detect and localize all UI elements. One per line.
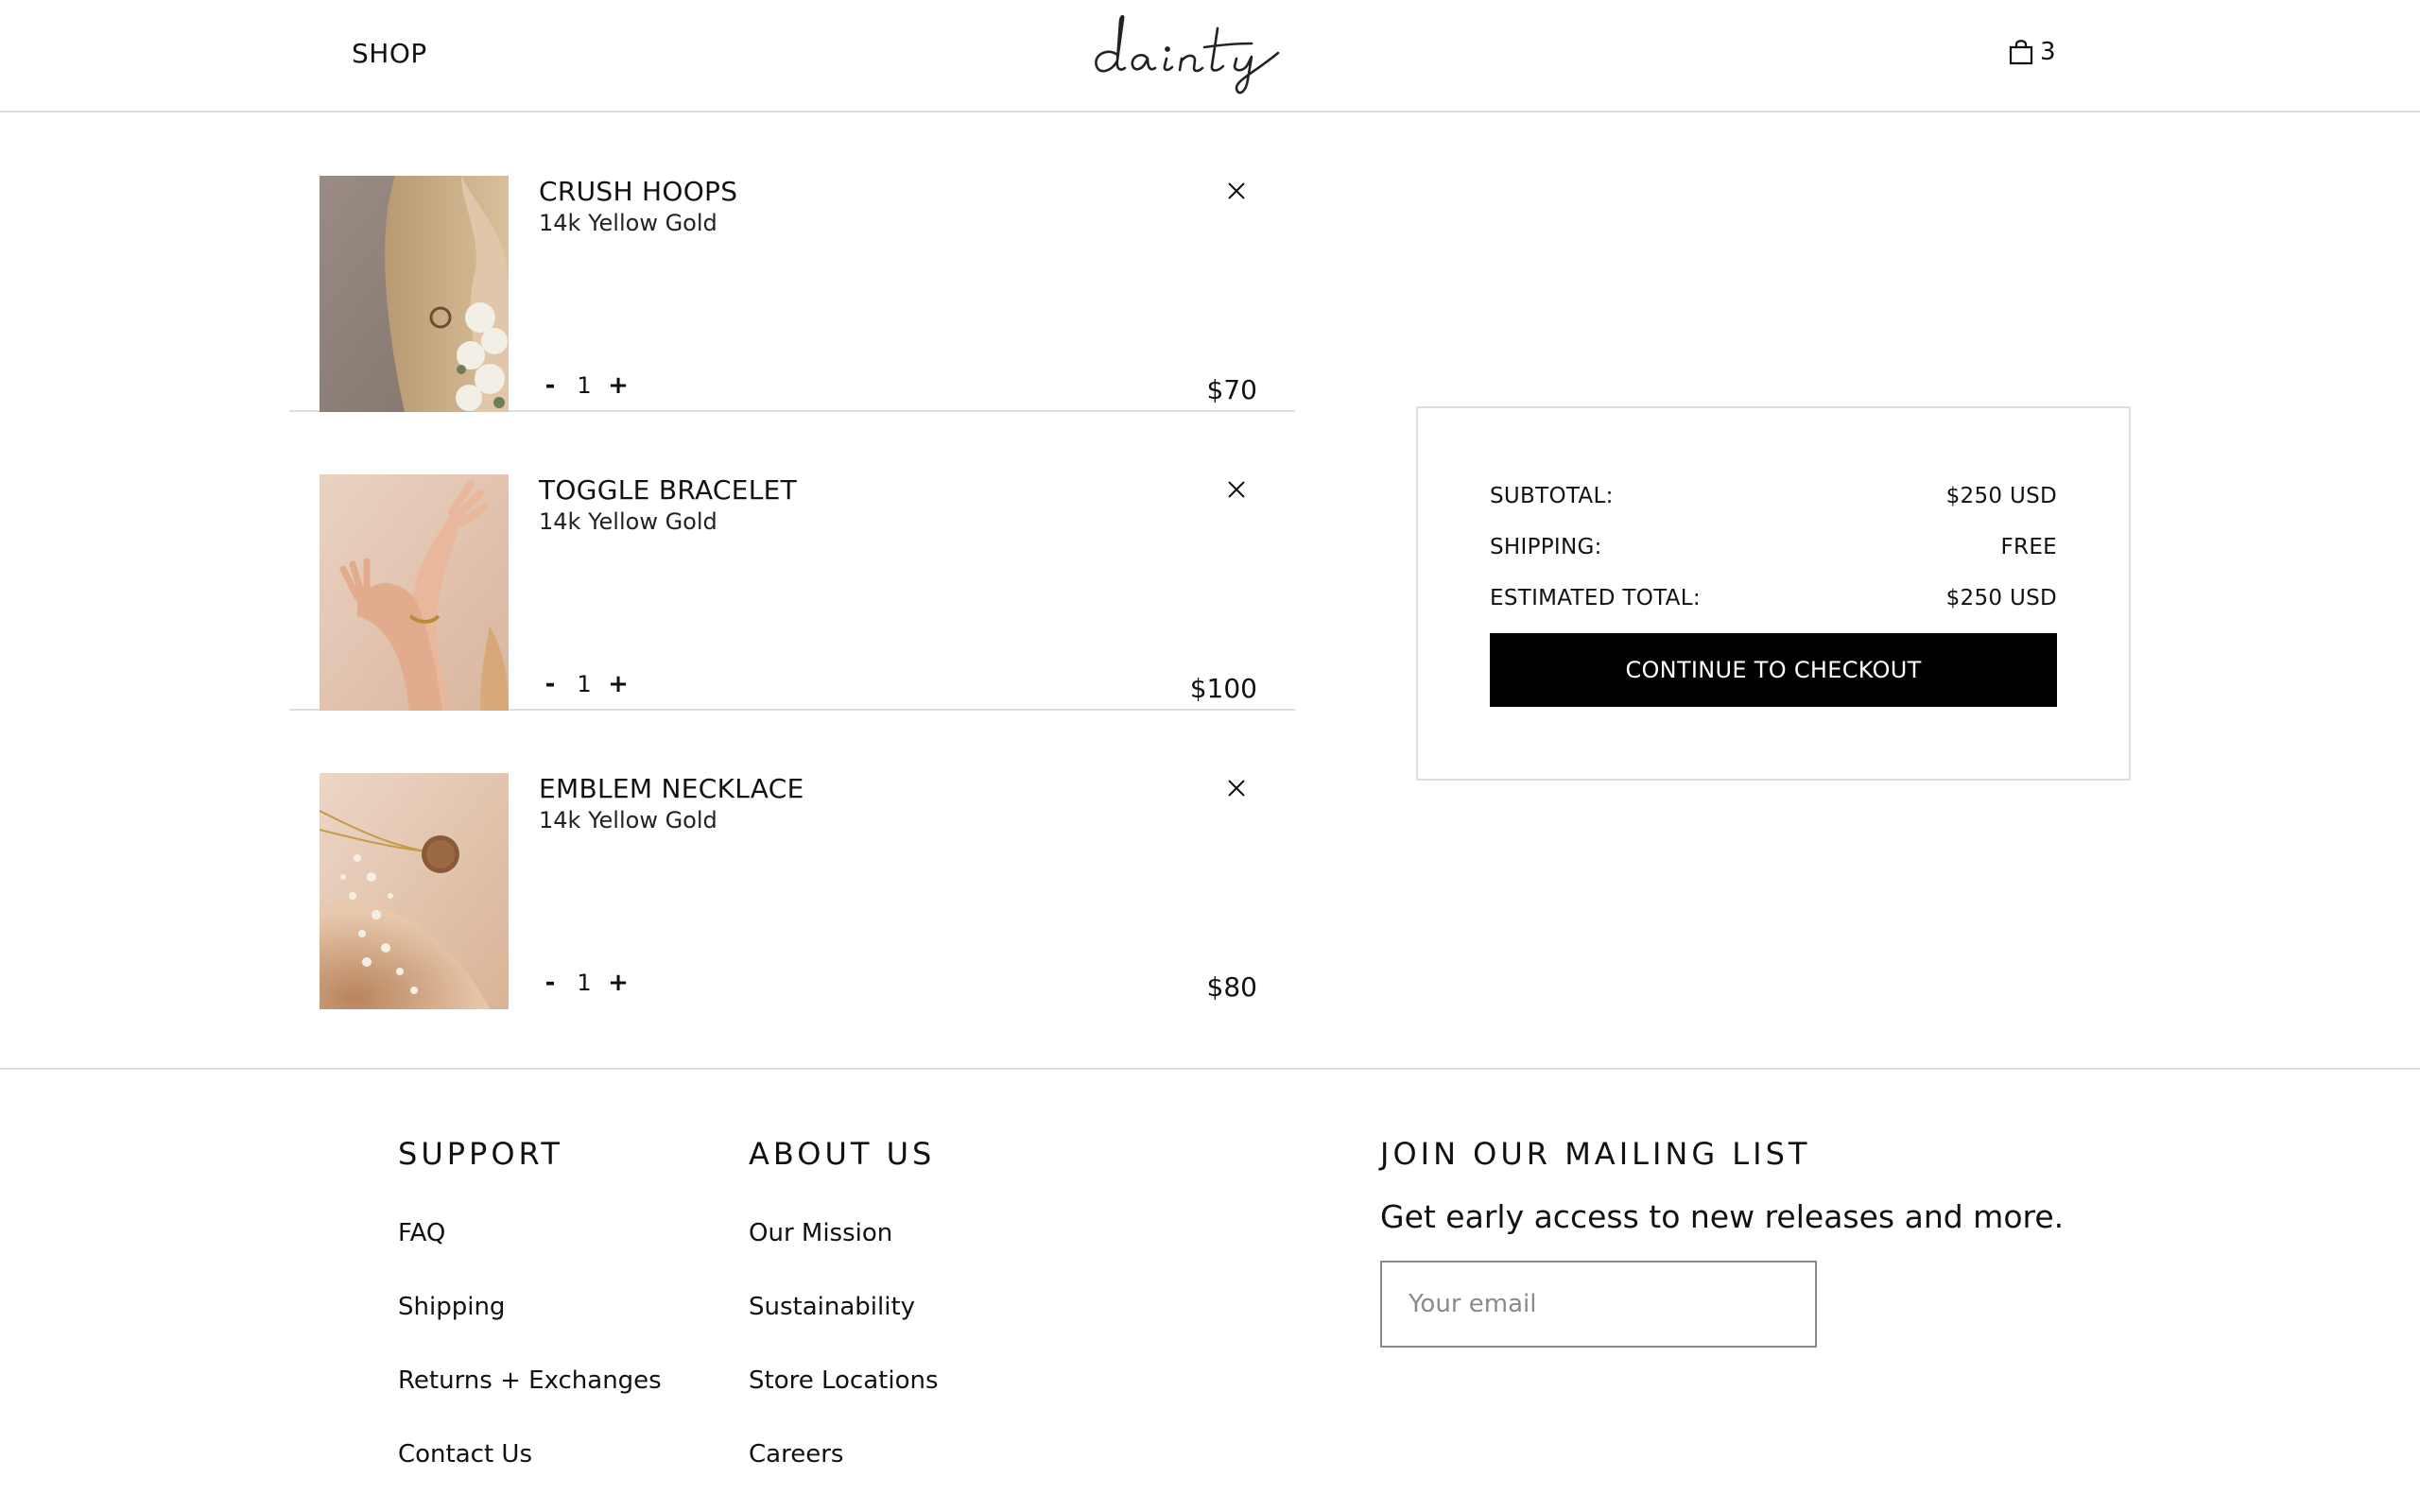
product-variant: 14k Yellow Gold <box>539 508 717 535</box>
product-name[interactable]: CRUSH HOOPS <box>539 176 737 207</box>
about-heading: ABOUT US <box>749 1136 936 1172</box>
item-price: $100 <box>1189 673 1257 704</box>
cart-item: EMBLEM NECKLACE 14k Yellow Gold - 1 + $8… <box>289 711 1295 1009</box>
product-name[interactable]: EMBLEM NECKLACE <box>539 773 804 804</box>
close-icon <box>1228 780 1245 797</box>
decrease-quantity-button[interactable]: - <box>535 966 565 1000</box>
toggle-bracelet-image[interactable] <box>320 474 509 711</box>
cart-items-list: CRUSH HOOPS 14k Yellow Gold - 1 + $70 TO… <box>289 113 1295 1009</box>
mailing-list-heading: JOIN OUR MAILING LIST <box>1380 1136 1811 1172</box>
shipping-row: SHIPPING: FREE <box>1490 535 2057 559</box>
quantity-stepper: - 1 + <box>539 367 633 404</box>
quantity-value: 1 <box>577 372 592 399</box>
item-price: $70 <box>1206 374 1257 405</box>
cart-item: CRUSH HOOPS 14k Yellow Gold - 1 + $70 <box>289 113 1295 412</box>
subtotal-label: SUBTOTAL: <box>1490 484 1614 508</box>
order-summary: SUBTOTAL: $250 USD SHIPPING: FREE ESTIMA… <box>1416 406 2131 781</box>
product-variant: 14k Yellow Gold <box>539 807 717 833</box>
quantity-stepper: - 1 + <box>539 964 633 1002</box>
support-heading: SUPPORT <box>398 1136 563 1172</box>
product-name[interactable]: TOGGLE BRACELET <box>539 474 797 506</box>
subtotal-row: SUBTOTAL: $250 USD <box>1490 484 2057 508</box>
decrease-quantity-button[interactable]: - <box>535 369 565 403</box>
footer-link-mission[interactable]: Our Mission <box>749 1219 892 1247</box>
email-input[interactable] <box>1380 1261 1817 1348</box>
emblem-necklace-image[interactable] <box>320 773 509 1009</box>
footer-link-faq[interactable]: FAQ <box>398 1219 445 1247</box>
close-icon <box>1228 182 1245 199</box>
shop-link[interactable]: SHOP <box>352 38 427 69</box>
cart-count: 3 <box>2040 38 2056 66</box>
remove-item-button[interactable] <box>1219 771 1253 805</box>
close-icon <box>1228 481 1245 498</box>
total-value: $250 USD <box>1945 586 2057 610</box>
shopping-bag-icon <box>2009 40 2033 65</box>
footer-link-shipping[interactable]: Shipping <box>398 1293 505 1321</box>
footer-link-sustainability[interactable]: Sustainability <box>749 1293 915 1321</box>
product-variant: 14k Yellow Gold <box>539 210 717 236</box>
footer-link-contact[interactable]: Contact Us <box>398 1440 532 1469</box>
remove-item-button[interactable] <box>1219 472 1253 507</box>
footer-divider <box>0 1068 2420 1070</box>
crush-hoops-image[interactable] <box>320 176 509 412</box>
remove-item-button[interactable] <box>1219 174 1253 208</box>
footer-link-returns[interactable]: Returns + Exchanges <box>398 1366 662 1395</box>
increase-quantity-button[interactable]: + <box>603 369 633 403</box>
checkout-button[interactable]: CONTINUE TO CHECKOUT <box>1490 633 2057 707</box>
dainty-logo[interactable]: dainty <box>1085 6 1335 100</box>
subtotal-value: $250 USD <box>1945 484 2057 508</box>
cart-item: TOGGLE BRACELET 14k Yellow Gold - 1 + $1… <box>289 412 1295 711</box>
shipping-label: SHIPPING: <box>1490 535 1602 559</box>
quantity-value: 1 <box>577 970 592 996</box>
quantity-stepper: - 1 + <box>539 665 633 703</box>
decrease-quantity-button[interactable]: - <box>535 667 565 701</box>
quantity-value: 1 <box>577 671 592 697</box>
footer-link-store-locations[interactable]: Store Locations <box>749 1366 939 1395</box>
cart-button[interactable]: 3 <box>2008 38 2056 66</box>
site-header: SHOP dainty 3 <box>0 0 2420 112</box>
item-price: $80 <box>1206 971 1257 1003</box>
increase-quantity-button[interactable]: + <box>603 667 633 701</box>
total-row: ESTIMATED TOTAL: $250 USD <box>1490 586 2057 610</box>
shipping-value: FREE <box>2000 535 2057 559</box>
mailing-list-subtitle: Get early access to new releases and mor… <box>1380 1198 2065 1235</box>
increase-quantity-button[interactable]: + <box>603 966 633 1000</box>
total-label: ESTIMATED TOTAL: <box>1490 586 1701 610</box>
footer-link-careers[interactable]: Careers <box>749 1440 843 1469</box>
